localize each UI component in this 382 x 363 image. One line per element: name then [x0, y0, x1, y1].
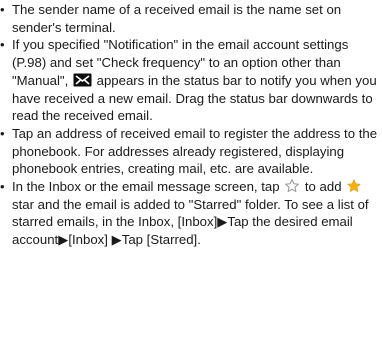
new-email-notification-icon	[73, 73, 92, 87]
star-filled-icon	[347, 179, 361, 192]
star-outline-icon	[285, 179, 300, 193]
bullet: •	[0, 2, 5, 17]
notes-list: • The sender name of a received email is…	[0, 0, 382, 249]
note-starred: • In the Inbox or the email message scre…	[0, 178, 382, 249]
bullet: •	[0, 37, 5, 53]
note-text-middle: to add	[301, 179, 346, 195]
note-notification: • If you specified "Notification" in the…	[0, 36, 382, 125]
note-text-after-icon: star and the email is added to "Starred"…	[12, 196, 369, 248]
bullet: •	[0, 125, 5, 141]
note-text: The sender name of a received email is t…	[12, 2, 342, 35]
note-text: Tap an address of received email to regi…	[12, 125, 378, 177]
note-phonebook: • Tap an address of received email to re…	[0, 125, 382, 178]
note-sender-name: • The sender name of a received email is…	[0, 1, 382, 36]
note-text-before-outline-star: In the Inbox or the email message screen…	[12, 179, 284, 195]
bullet: •	[0, 179, 5, 195]
